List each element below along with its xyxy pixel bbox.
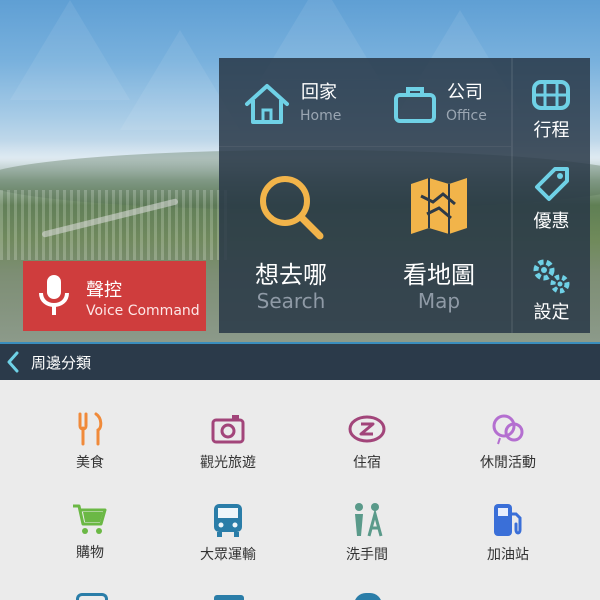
category-label: 美食 [76, 455, 104, 471]
bus-icon [214, 504, 242, 537]
home-title: 回家 [301, 82, 337, 103]
map-subtitle: Map [417, 289, 461, 313]
category-header: 周邊分類 [0, 342, 600, 380]
category-row-3-partial [0, 588, 600, 600]
itinerary-button[interactable]: 行程 [513, 72, 590, 148]
category-label: 觀光旅遊 [200, 455, 256, 471]
itinerary-label: 行程 [533, 120, 570, 141]
category-title: 周邊分類 [31, 354, 92, 372]
home-icon [245, 84, 289, 124]
voice-command-button[interactable]: 聲控 Voice Command [23, 261, 206, 331]
category-label: 休閒活動 [480, 455, 536, 471]
camera-icon [211, 415, 245, 444]
settings-button[interactable]: 設定 [513, 254, 590, 330]
settings-label: 設定 [533, 302, 570, 323]
deals-button[interactable]: 優惠 [513, 163, 590, 239]
category-label: 洗手間 [346, 547, 388, 563]
microphone-icon [39, 275, 69, 315]
category-leisure[interactable]: 休閒活動 [433, 412, 583, 472]
category-transit[interactable]: 大眾運輸 [153, 502, 303, 564]
cart-icon [73, 504, 107, 534]
tag-icon [535, 167, 569, 201]
map-button[interactable]: 看地圖 Map [379, 170, 499, 315]
category-label: 加油站 [487, 547, 529, 563]
search-button[interactable]: 想去哪 Search [231, 170, 351, 315]
category-food[interactable]: 美食 [15, 412, 165, 472]
office-title: 公司 [447, 82, 483, 103]
home-subtitle: Home [300, 108, 342, 124]
search-subtitle: Search [256, 289, 326, 313]
office-subtitle: Office [446, 108, 487, 124]
map-title: 看地圖 [403, 261, 475, 289]
category-gas-station[interactable]: 加油站 [433, 502, 583, 564]
quick-menu-panel: 回家 Home 公司 Office 想去哪 Search 看地圖 Map 行程 … [219, 58, 590, 333]
fork-knife-icon [78, 412, 103, 446]
restroom-icon [355, 503, 383, 537]
office-button[interactable]: 公司 Office [391, 80, 506, 130]
suitcase-icon [532, 80, 570, 110]
category-label: 住宿 [353, 455, 381, 471]
category-label: 購物 [76, 545, 104, 561]
sleep-icon [348, 415, 386, 443]
map-icon [411, 178, 467, 234]
category-restroom[interactable]: 洗手間 [292, 502, 442, 564]
gears-icon [533, 259, 570, 294]
category-sightseeing[interactable]: 觀光旅遊 [153, 412, 303, 472]
voice-title: 聲控 [86, 280, 122, 301]
home-button[interactable]: 回家 Home [241, 80, 371, 130]
category-label: 大眾運輸 [200, 547, 256, 563]
category-shopping[interactable]: 購物 [15, 502, 165, 562]
briefcase-icon [394, 87, 436, 123]
voice-subtitle: Voice Command [86, 303, 200, 319]
category-grid: 美食 觀光旅遊 住宿 休閒活動 購物 大眾運輸 洗手間 加油站 [0, 380, 600, 600]
back-chevron-icon[interactable] [6, 351, 20, 373]
magnifier-icon [260, 176, 324, 240]
deals-label: 優惠 [533, 211, 570, 232]
balloon-icon [492, 414, 524, 445]
gas-station-icon [494, 504, 522, 536]
search-title: 想去哪 [255, 261, 327, 289]
category-lodging[interactable]: 住宿 [292, 412, 442, 472]
